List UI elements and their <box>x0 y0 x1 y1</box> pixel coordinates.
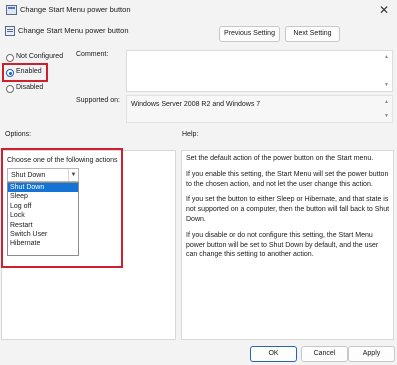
supported-value: Windows Server 2008 R2 and Windows 7 <box>131 101 261 108</box>
scroll-up-icon[interactable]: ▲ <box>384 54 389 60</box>
help-pane: Set the default action of the power butt… <box>181 150 394 340</box>
ok-button[interactable]: OK <box>250 346 297 362</box>
scroll-up-icon[interactable]: ▲ <box>384 99 389 105</box>
policy-icon <box>6 5 17 15</box>
options-label: Options: <box>5 131 32 138</box>
help-label: Help: <box>182 131 199 138</box>
help-paragraph: If you enable this setting, the Start Me… <box>186 170 389 188</box>
help-paragraph: Set the default action of the power butt… <box>186 155 374 162</box>
help-paragraph: If you disable or do not configure this … <box>186 231 379 259</box>
help-paragraph: If you set the button to either Sleep or… <box>186 196 390 223</box>
scroll-down-icon[interactable]: ▼ <box>384 113 389 119</box>
header-row: Change Start Menu power button Previous … <box>0 22 397 44</box>
enabled-highlight-box <box>2 63 48 82</box>
comment-field[interactable]: ▲ ▼ <box>126 50 393 92</box>
apply-button[interactable]: Apply <box>348 346 395 362</box>
previous-setting-button[interactable]: Previous Setting <box>219 26 280 42</box>
policy-icon <box>5 26 15 36</box>
window-title: Change Start Menu power button <box>20 5 131 14</box>
next-setting-button[interactable]: Next Setting <box>285 26 340 42</box>
radio-label: Not Configured <box>16 53 64 60</box>
comment-label: Comment: <box>76 51 109 58</box>
radio-label: Disabled <box>16 84 44 91</box>
supported-field: Windows Server 2008 R2 and Windows 7 ▲ ▼ <box>126 95 393 123</box>
radio-button[interactable] <box>6 85 14 93</box>
supported-label: Supported on: <box>76 97 120 104</box>
title-bar: Change Start Menu power button ✕ <box>0 0 397 22</box>
scroll-down-icon[interactable]: ▼ <box>384 82 389 88</box>
radio-button[interactable] <box>6 54 14 62</box>
help-text: Set the default action of the power butt… <box>186 154 391 266</box>
options-highlight-box <box>1 148 123 268</box>
close-icon[interactable]: ✕ <box>375 1 393 19</box>
policy-name: Change Start Menu power button <box>18 26 129 35</box>
cancel-button[interactable]: Cancel <box>301 346 348 362</box>
